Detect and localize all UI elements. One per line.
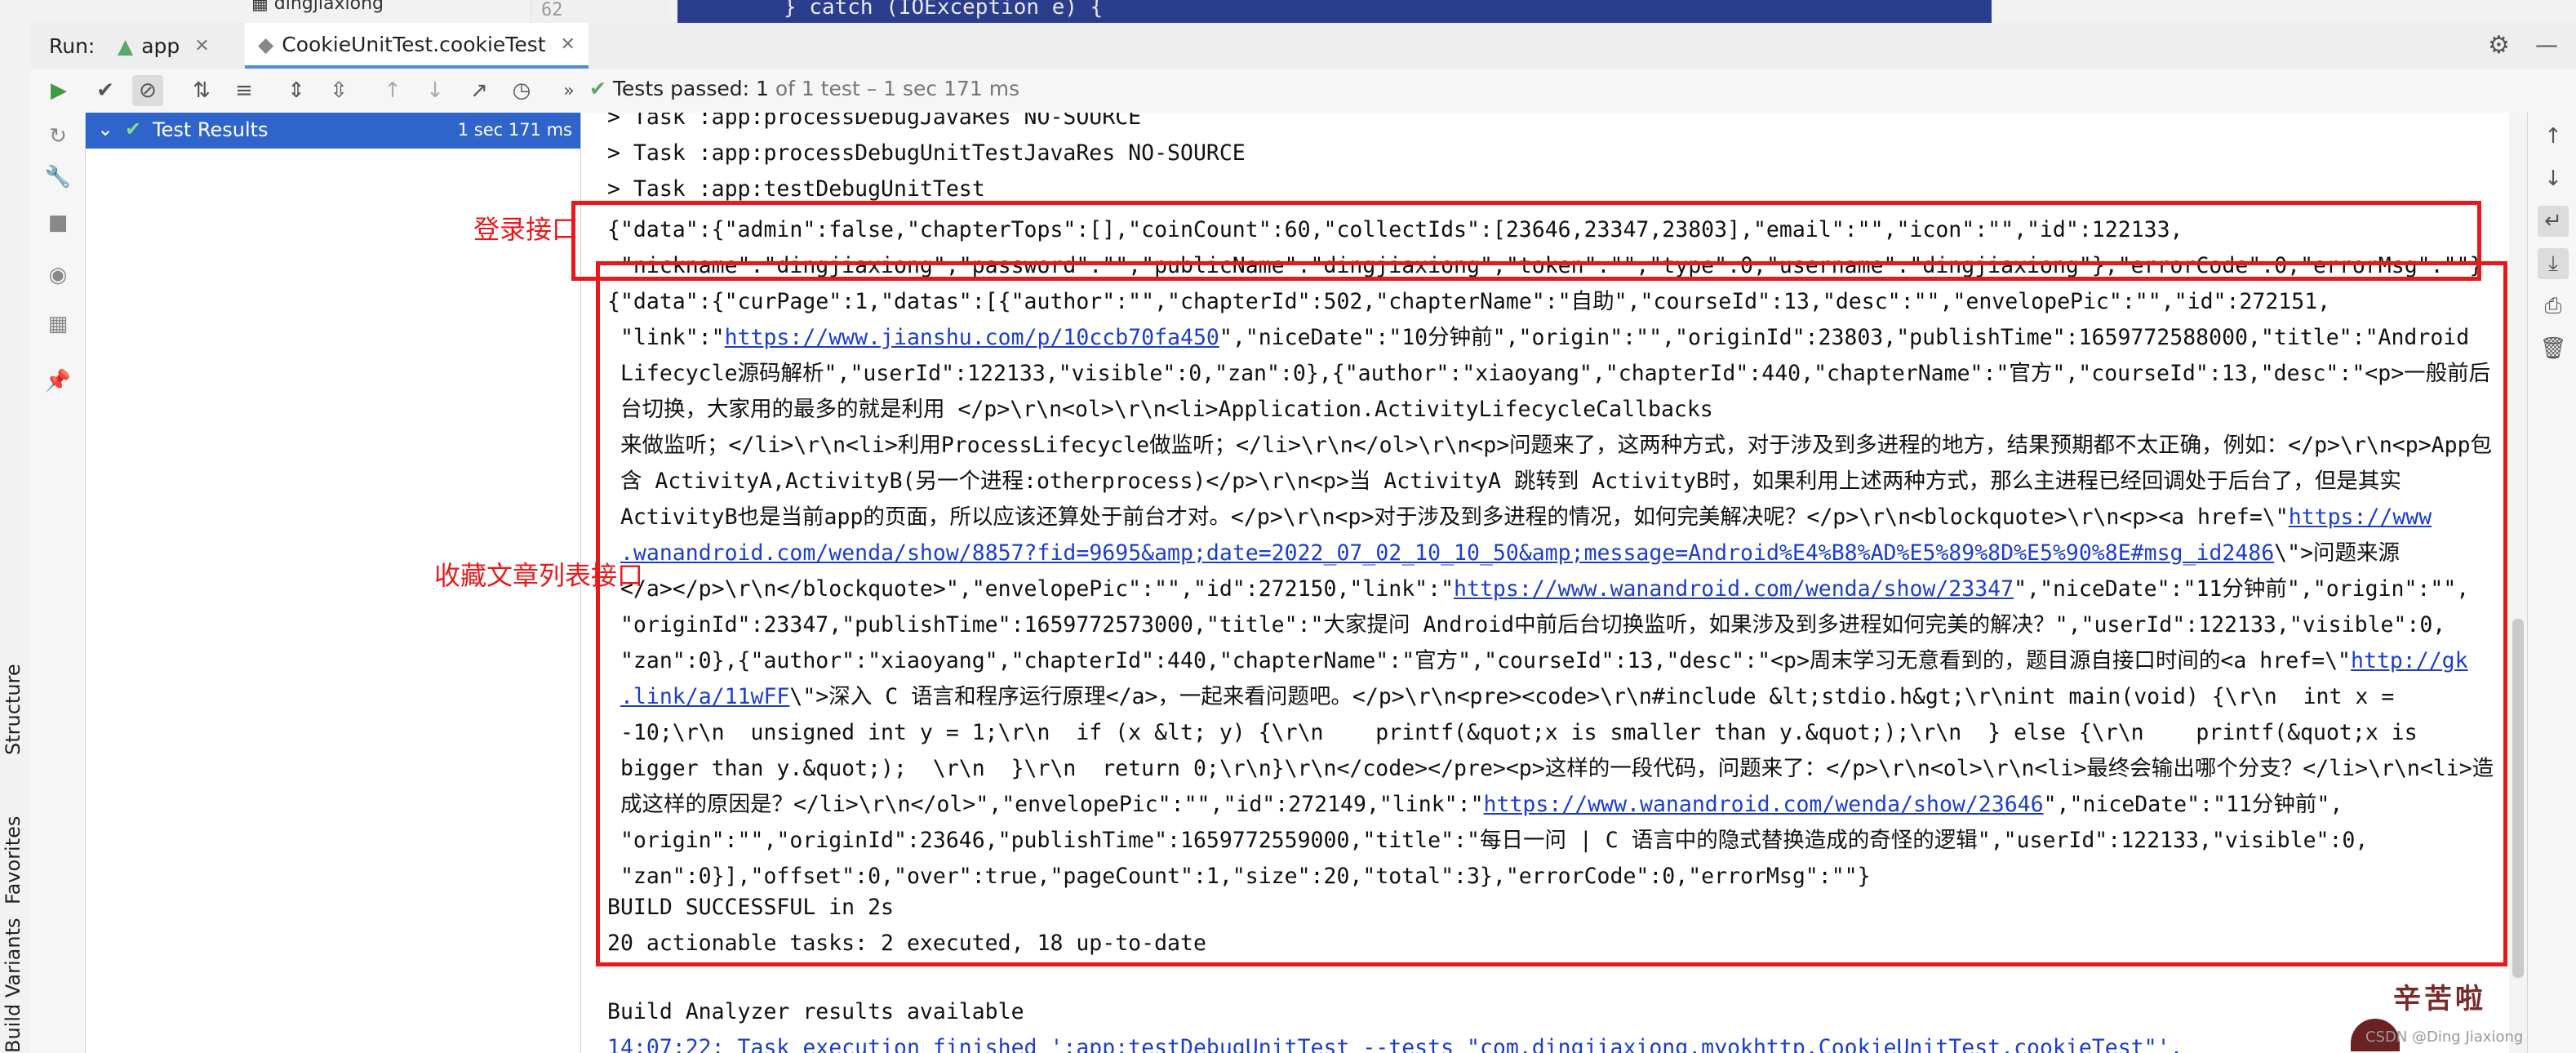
sticker: 辛苦啦 CSDN @Ding Jiaxiong bbox=[2334, 970, 2530, 1053]
up-arrow-icon[interactable]: ↑ bbox=[2538, 121, 2569, 152]
tree-root-time: 1 sec 171 ms bbox=[457, 120, 572, 140]
test-results-row[interactable]: ⌄ ✔ Test Results 1 sec 171 ms bbox=[86, 113, 580, 149]
scrollbar-thumb[interactable] bbox=[2512, 619, 2524, 978]
left-tool-stripe: Structure Favorites Build Variants bbox=[0, 0, 32, 1053]
history-icon[interactable]: ◷ bbox=[506, 75, 537, 106]
chevron-down-icon[interactable]: ⌄ bbox=[97, 118, 113, 140]
login-annotation: 登录接口 bbox=[473, 214, 579, 245]
project-tree-fragment: ▦ dingjiaxiong bbox=[251, 0, 384, 14]
scroll-to-end-icon[interactable]: ⤓ bbox=[2538, 248, 2569, 279]
show-passed-icon[interactable]: ✔ bbox=[90, 75, 121, 106]
rerun-failed-icon[interactable]: ↻ bbox=[42, 121, 73, 152]
tab-app-label: app bbox=[141, 33, 180, 58]
sort-alpha-icon[interactable]: ⇅ bbox=[186, 75, 217, 106]
export-icon[interactable]: ↗ bbox=[464, 75, 495, 106]
wrench-icon[interactable]: 🔧 bbox=[42, 162, 73, 193]
sticker-text: 辛苦啦 bbox=[2393, 983, 2486, 1015]
build-analyzer-line: Build Analyzer results available bbox=[607, 999, 1024, 1024]
stop-icon[interactable]: ■ bbox=[42, 207, 73, 238]
console-right-toolbar: ↑ ↓ ↵ ⤓ ⎙ 🗑 bbox=[2527, 113, 2576, 1053]
tab-cookie-unit-test[interactable]: ◆ CookieUnitTest.cookieTest ✕ bbox=[245, 23, 588, 69]
console-line: > Task :app:processDebugUnitTestJavaRes … bbox=[607, 140, 1246, 166]
next-failed-icon[interactable]: ↓ bbox=[420, 75, 451, 106]
check-icon: ✔ bbox=[125, 118, 142, 140]
collect-highlight-box bbox=[596, 261, 2507, 966]
code-fragment: } catch (IOException e) { bbox=[784, 0, 1104, 20]
run-side-toolbar: ↻ 🔧 ■ ◉ ▦ 📌 bbox=[31, 113, 86, 1053]
status-count: 1 bbox=[755, 77, 769, 100]
prev-failed-icon[interactable]: ↑ bbox=[377, 75, 408, 106]
rerun-icon[interactable]: ▶ bbox=[43, 75, 74, 106]
trash-icon[interactable]: 🗑 bbox=[2538, 333, 2569, 364]
close-icon[interactable]: ✕ bbox=[194, 36, 209, 56]
close-icon[interactable]: ✕ bbox=[561, 34, 575, 55]
eye-icon[interactable]: ◉ bbox=[42, 260, 73, 291]
pin-icon[interactable]: 📌 bbox=[42, 366, 73, 397]
status-detail: of 1 test – 1 sec 171 ms bbox=[775, 77, 1020, 100]
run-tab-bar: Run: ▲ app ✕ ◆ CookieUnitTest.cookieTest… bbox=[31, 23, 2576, 69]
test-icon: ◆ bbox=[258, 32, 274, 56]
editor-gutter: 62 bbox=[531, 0, 670, 23]
tree-root-label: Test Results bbox=[153, 118, 269, 141]
check-icon: ✔ bbox=[589, 77, 606, 100]
run-label: Run: bbox=[49, 33, 95, 58]
tree-fragment-text: dingjiaxiong bbox=[273, 0, 384, 14]
settings-gear-icon[interactable]: ⚙ bbox=[2488, 31, 2510, 60]
console-line: > Task :app:processDebugJavaRes NO-SOURC… bbox=[607, 113, 1142, 130]
minimize-icon[interactable]: — bbox=[2535, 31, 2558, 58]
favorites-tab[interactable]: Favorites bbox=[2, 816, 24, 904]
console-scrollbar[interactable] bbox=[2509, 113, 2527, 1053]
more-chevron-icon[interactable]: » bbox=[553, 75, 584, 106]
tab-app[interactable]: ▲ app ✕ bbox=[104, 23, 223, 69]
sort-duration-icon[interactable]: ≡ bbox=[229, 75, 260, 106]
watermark: CSDN @Ding Jiaxiong bbox=[2365, 1029, 2524, 1046]
layout-icon[interactable]: ▦ bbox=[42, 309, 73, 340]
build-variants-tab[interactable]: Build Variants bbox=[2, 917, 24, 1053]
status-label: Tests passed: bbox=[612, 77, 750, 100]
task-finished-link[interactable]: 14:07:22: Task execution finished ':app:… bbox=[607, 1030, 2183, 1053]
gutter-line-number: 62 bbox=[541, 0, 563, 20]
test-status: ✔ Tests passed: 1 of 1 test – 1 sec 171 … bbox=[589, 77, 1019, 100]
collect-annotation: 收藏文章列表接口 bbox=[434, 560, 644, 591]
test-toolbar: ▶ ✔ ⊘ ⇅ ≡ ⇕ ⇳ ↑ ↓ ↗ ◷ » ✔ Tests passed: … bbox=[31, 69, 2576, 113]
print-icon[interactable]: ⎙ bbox=[2538, 291, 2569, 322]
soft-wrap-icon[interactable]: ↵ bbox=[2538, 206, 2569, 237]
android-icon: ▲ bbox=[118, 33, 134, 58]
tab-cookie-unit-test-label: CookieUnitTest.cookieTest bbox=[282, 32, 546, 56]
collapse-all-icon[interactable]: ⇳ bbox=[323, 75, 354, 106]
editor-code-peek: } catch (IOException e) { bbox=[677, 0, 1992, 23]
expand-all-icon[interactable]: ⇕ bbox=[281, 75, 312, 106]
show-ignored-icon[interactable]: ⊘ bbox=[132, 75, 163, 106]
down-arrow-icon[interactable]: ↓ bbox=[2538, 163, 2569, 194]
structure-tab[interactable]: Structure bbox=[2, 664, 24, 755]
